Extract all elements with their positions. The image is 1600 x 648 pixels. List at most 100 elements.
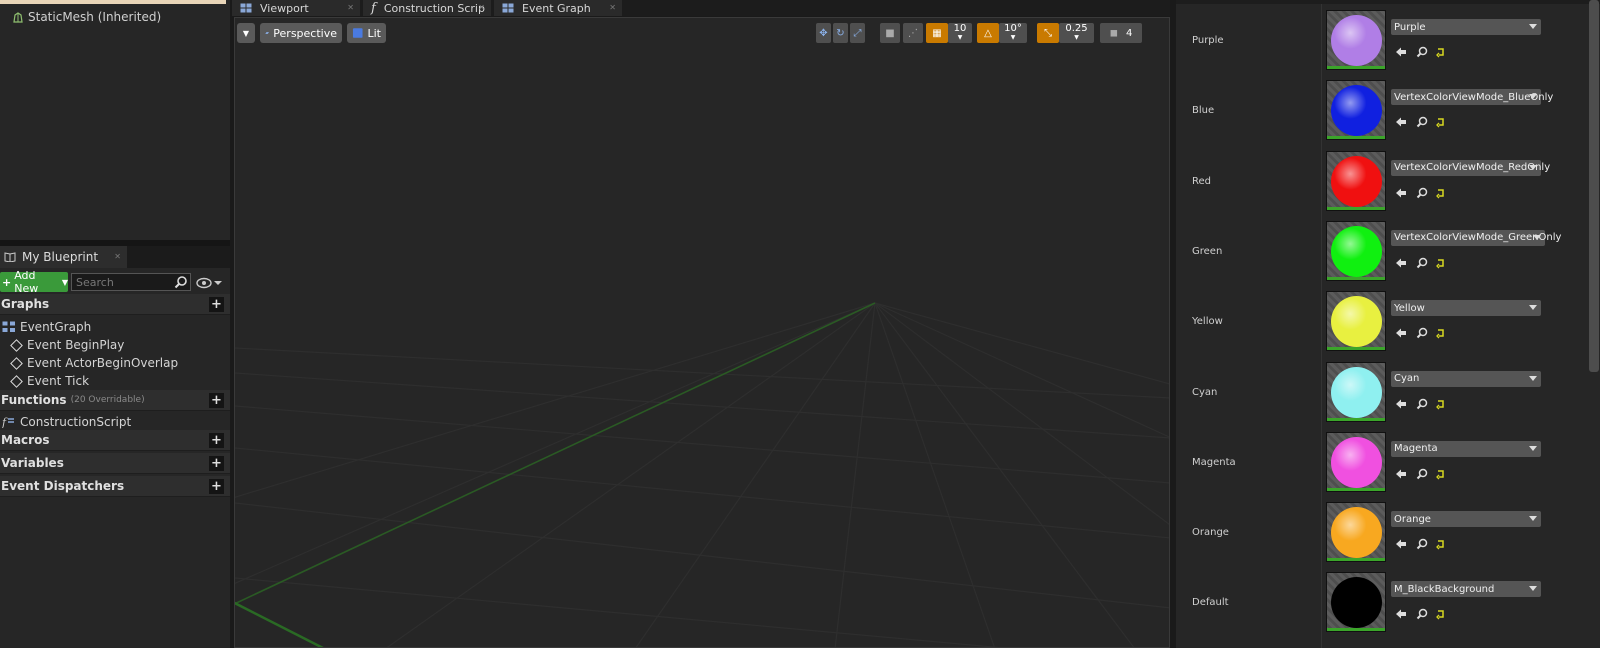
material-thumbnail[interactable] [1326, 361, 1386, 422]
rotate-tool-button[interactable]: ↻ [833, 23, 848, 43]
tree-item-event-tick[interactable]: Event Tick [10, 374, 89, 388]
use-selected-arrow-icon[interactable] [1395, 187, 1407, 199]
reset-to-default-icon[interactable] [1435, 398, 1447, 410]
use-selected-arrow-icon[interactable] [1395, 327, 1407, 339]
material-thumbnail[interactable] [1326, 291, 1386, 352]
rotation-snap-value-dropdown[interactable]: 10° ▼ [999, 23, 1027, 43]
material-asset-dropdown[interactable]: Orange [1391, 511, 1541, 528]
browse-search-icon[interactable] [1416, 538, 1428, 550]
material-asset-dropdown[interactable]: Magenta [1391, 440, 1541, 457]
scale-snap-toggle[interactable]: ⤡ [1037, 23, 1059, 43]
add-new-button[interactable]: + Add New ▼ [0, 269, 68, 295]
add-macro-button[interactable]: + [209, 433, 224, 448]
camera-speed-button[interactable]: ◼ 4 [1100, 23, 1142, 43]
close-icon[interactable]: ✕ [114, 252, 121, 261]
add-variable-button[interactable]: + [209, 456, 224, 471]
grid-snap-value-dropdown[interactable]: 10 ▼ [948, 23, 972, 43]
close-icon[interactable]: ✕ [478, 3, 485, 12]
use-selected-arrow-icon[interactable] [1395, 608, 1407, 620]
material-thumbnail[interactable] [1326, 80, 1386, 141]
tab-event-graph[interactable]: Event Graph ✕ [494, 0, 622, 16]
section-event-dispatchers[interactable]: Event Dispatchers + [0, 476, 230, 497]
viewport-options-button[interactable]: ▼ [237, 23, 255, 43]
material-asset-dropdown[interactable]: Purple [1391, 19, 1541, 35]
material-thumbnail[interactable] [1326, 572, 1386, 633]
material-asset-dropdown[interactable]: VertexColorViewMode_GreenOnly [1391, 229, 1561, 246]
coordinate-system-button[interactable]: ■ [880, 23, 900, 43]
tree-item-eventgraph[interactable]: EventGraph [2, 320, 91, 334]
material-thumbnail[interactable] [1326, 502, 1386, 563]
close-icon[interactable]: ✕ [609, 3, 616, 12]
component-item-staticmesh[interactable]: StaticMesh (Inherited) [12, 10, 161, 24]
tab-construction-script[interactable]: f Construction Scrip ✕ [363, 0, 491, 16]
tab-viewport[interactable]: Viewport ✕ [232, 0, 360, 16]
add-dispatcher-button[interactable]: + [209, 479, 224, 494]
material-thumbnail[interactable] [1326, 431, 1386, 492]
browse-search-icon[interactable] [1416, 468, 1428, 480]
perspective-button[interactable]: Perspective [260, 23, 342, 43]
details-scrollbar[interactable] [1589, 0, 1599, 372]
reset-to-default-icon[interactable] [1435, 187, 1447, 199]
use-selected-arrow-icon[interactable] [1395, 468, 1407, 480]
scale-tool-button[interactable]: ⤢ [850, 23, 865, 43]
reset-to-default-icon[interactable] [1435, 257, 1447, 269]
reset-to-default-icon[interactable] [1435, 538, 1447, 550]
left-column: StaticMesh (Inherited) My Blueprint ✕ + … [0, 0, 230, 648]
lit-button[interactable]: Lit [347, 23, 386, 43]
use-selected-arrow-icon[interactable] [1395, 116, 1407, 128]
add-graph-button[interactable]: + [209, 297, 224, 312]
rotation-snap-toggle[interactable]: △ [977, 23, 999, 43]
browse-search-icon[interactable] [1416, 398, 1428, 410]
section-graphs[interactable]: Graphs + [0, 294, 230, 315]
browse-search-icon[interactable] [1416, 327, 1428, 339]
tab-my-blueprint[interactable]: My Blueprint ✕ [0, 246, 127, 268]
tree-item-constructionscript[interactable]: f ConstructionScript [2, 415, 131, 429]
surface-snap-button[interactable]: ⋰ [903, 23, 923, 43]
scale-snap-value-dropdown[interactable]: 0.25 ▼ [1059, 23, 1094, 43]
reset-to-default-icon[interactable] [1435, 327, 1447, 339]
material-thumbnail[interactable] [1326, 10, 1386, 70]
search-icon[interactable] [174, 275, 188, 289]
material-thumbnail[interactable] [1326, 150, 1386, 211]
search-input[interactable]: Search [71, 273, 191, 291]
material-preview-sphere [1331, 296, 1382, 348]
section-functions[interactable]: Functions (20 Overridable) + [0, 390, 230, 411]
browse-search-icon[interactable] [1416, 608, 1428, 620]
use-selected-arrow-icon[interactable] [1395, 46, 1407, 58]
section-variables-label: Variables [1, 456, 64, 470]
reset-to-default-icon[interactable] [1435, 468, 1447, 480]
close-icon[interactable]: ✕ [347, 3, 354, 12]
chevron-down-icon: ▼ [1074, 34, 1079, 41]
grid-icon: ▦ [932, 27, 942, 39]
viewport[interactable]: ▼ Perspective Lit ✥ ↻ ⤢ ■ ⋰ ▦ 10 ▼ △ 10° ▼… [234, 17, 1170, 648]
grid-snap-toggle[interactable]: ▦ [926, 23, 948, 43]
browse-search-icon[interactable] [1416, 46, 1428, 58]
section-variables[interactable]: Variables + [0, 453, 230, 474]
section-macros[interactable]: Macros + [0, 430, 230, 451]
browse-search-icon[interactable] [1416, 187, 1428, 199]
tree-item-event-actorbeginoverlap[interactable]: Event ActorBeginOverlap [10, 356, 178, 370]
add-function-button[interactable]: + [209, 393, 224, 408]
tree-item-event-beginplay[interactable]: Event BeginPlay [10, 338, 124, 352]
material-preview-sphere [1331, 507, 1382, 559]
material-asset-dropdown[interactable]: VertexColorViewMode_BlueOnly [1391, 89, 1553, 106]
use-selected-arrow-icon[interactable] [1395, 398, 1407, 410]
event-graph-icon [2, 321, 15, 332]
use-selected-arrow-icon[interactable] [1395, 538, 1407, 550]
material-asset-dropdown[interactable]: Yellow [1391, 300, 1541, 317]
material-asset-dropdown[interactable]: Cyan [1391, 370, 1541, 387]
material-asset-dropdown[interactable]: M_BlackBackground [1391, 581, 1541, 598]
reset-to-default-icon[interactable] [1435, 116, 1447, 128]
material-asset-dropdown[interactable]: VertexColorViewMode_RedOnly [1391, 159, 1550, 176]
material-thumbnail[interactable] [1326, 220, 1386, 281]
use-selected-arrow-icon[interactable] [1395, 257, 1407, 269]
event-diamond-icon [10, 356, 23, 370]
view-options-eye-icon[interactable] [196, 277, 224, 289]
browse-search-icon[interactable] [1416, 116, 1428, 128]
my-blueprint-tab-row: My Blueprint ✕ [0, 246, 230, 268]
browse-search-icon[interactable] [1416, 257, 1428, 269]
reset-to-default-icon[interactable] [1435, 46, 1447, 58]
translate-tool-button[interactable]: ✥ [816, 23, 831, 43]
reset-to-default-icon[interactable] [1435, 608, 1447, 620]
material-preview-sphere [1331, 155, 1382, 207]
